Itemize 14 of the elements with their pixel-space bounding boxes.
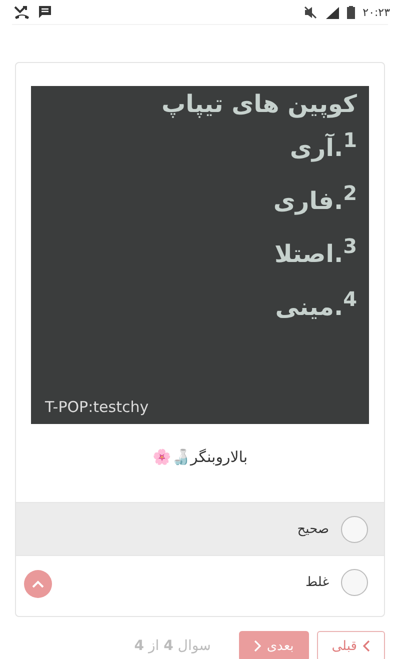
- message-icon: [38, 5, 52, 19]
- answer-option[interactable]: صحیح: [16, 502, 384, 555]
- missed-call-icon: [14, 5, 30, 19]
- chevron-up-icon: [32, 580, 44, 588]
- image-title: کوپین های تیپاپ: [161, 90, 357, 118]
- scroll-top-button[interactable]: [24, 570, 52, 598]
- chevron-left-icon: [363, 640, 370, 652]
- chevron-right-icon: [254, 640, 261, 652]
- question-text: بالاروبنگر🍶🌸: [151, 447, 249, 468]
- image-credit: T-POP:testchy: [45, 398, 149, 416]
- clock: ۲۰:۲۳: [362, 6, 390, 18]
- mute-icon: [304, 6, 317, 18]
- signal-icon: [324, 6, 339, 18]
- battery-icon: [346, 6, 355, 18]
